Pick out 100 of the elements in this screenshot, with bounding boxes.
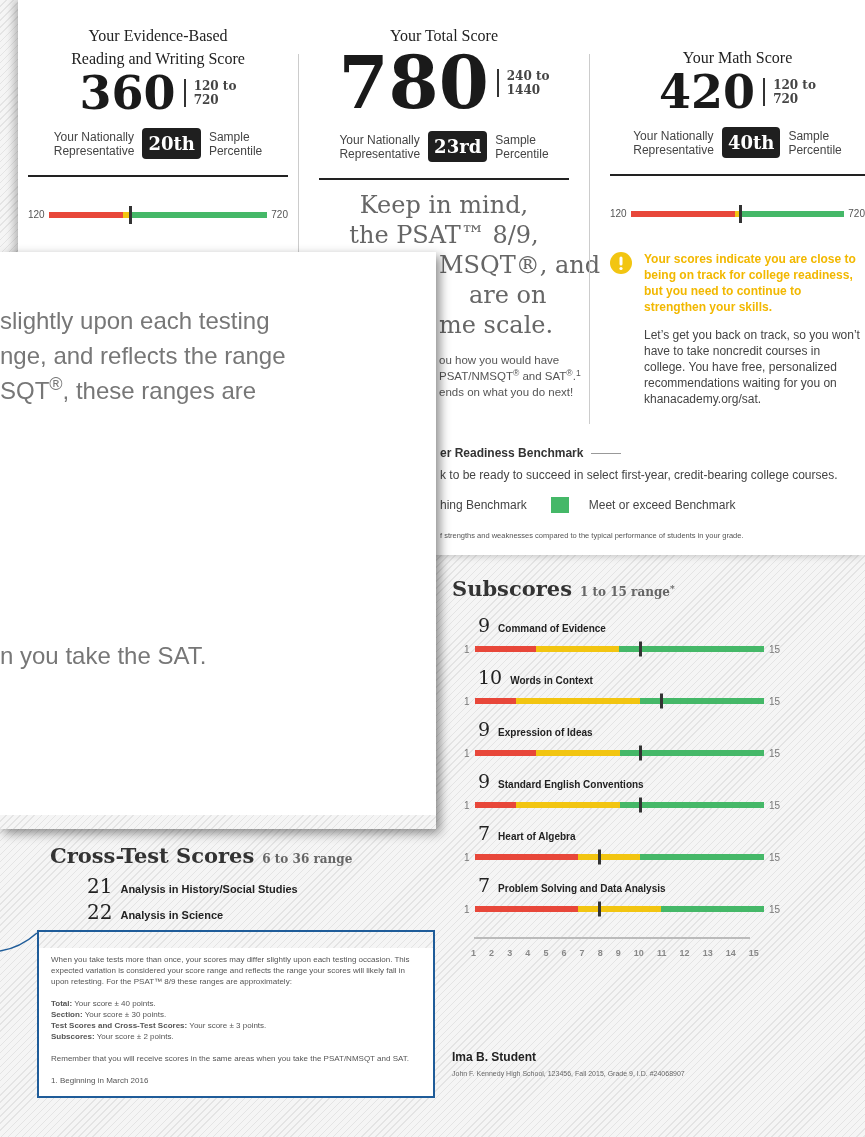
percentile-label: Percentile	[208, 143, 263, 158]
note-footnote: 1. Beginning in March 2016	[51, 1074, 150, 1086]
axis-tick-label: 3	[507, 946, 513, 960]
score-title: Your Total Score	[389, 26, 499, 46]
subscore-value: 10	[478, 664, 503, 689]
bar-min-label: 120	[610, 207, 627, 221]
bar-max-label: 15	[768, 642, 780, 657]
percentile-label: Percentile	[788, 142, 842, 157]
magnified-text: slightly upon each testing	[0, 306, 271, 336]
subscore-label: Problem Solving and Data Analysis	[498, 881, 666, 896]
bar-max-label: 15	[768, 746, 780, 761]
note-paragraph: When you take tests more than once, your scores may differ slightly upon each testing occasion. This expected variation is considered your score range and reflects the range your scores will likely fall in upon retesting. For the PSAT™ 8/9 these ranges are approximately:	[51, 953, 411, 987]
range-line: Subscores: Your score ± 2 points.	[51, 1030, 175, 1042]
percentile-label: Sample	[495, 132, 537, 147]
bar-min-label: 1	[464, 694, 470, 709]
cross-test-score: 22	[87, 899, 113, 924]
cross-test-label: Analysis in History/Social Studies	[120, 881, 298, 897]
keep-in-mind-note: PSAT/NMSQT$^{®}$ and SAT$^{®}$.$^{1}$	[439, 368, 581, 384]
subscore-label: Heart of Algebra	[498, 829, 576, 844]
cross-test-score: 21	[87, 873, 113, 898]
keep-in-mind-text: the PSAT™ 8/9,	[349, 220, 539, 250]
bar-max-label: 720	[848, 207, 865, 221]
keep-in-mind-note: ou how you would have	[439, 353, 560, 368]
axis-tick-label: 8	[597, 946, 603, 960]
cross-test-title: Cross-Test Scores	[50, 842, 255, 870]
subscore-label: Expression of Ideas	[498, 725, 593, 740]
bar-min-label: 120	[28, 208, 45, 222]
subscores-range: 1 to 15 range$^{*}$	[580, 583, 675, 601]
bar-max-label: 720	[271, 208, 288, 222]
axis-tick-label: 7	[579, 946, 585, 960]
subscore-value: 7	[478, 820, 491, 845]
score-title: Reading and Writing Score	[71, 49, 245, 70]
range-line: Section: Your score ± 30 points.	[51, 1008, 168, 1020]
percentile-badge: 40th	[721, 127, 781, 158]
percentile-badge: 23rd	[428, 131, 488, 162]
axis-tick-label: 10	[633, 946, 644, 960]
percentile-label: Sample	[208, 129, 251, 144]
keep-in-mind-text: Keep in mind,	[359, 190, 529, 220]
magnified-text: n you take the SAT.	[0, 641, 208, 671]
axis-tick-label: 9	[615, 946, 621, 960]
keep-in-mind-note: ends on what you do next!	[439, 385, 574, 400]
score-value: 780	[338, 47, 489, 119]
bar-max-label: 15	[768, 798, 780, 813]
advice-text: Let’s get you back on track, so you won’t have to take noncredit courses in college. You have free, personalized recommendations waiting for you on khanacademy.org/sat.	[644, 327, 861, 407]
subscore-value: 7	[478, 872, 491, 897]
score-range: 120 to	[193, 79, 237, 93]
percentile-label: Sample	[788, 128, 831, 143]
bar-min-label: 1	[464, 642, 470, 657]
axis-tick-label: 4	[525, 946, 531, 960]
score-value: 360	[79, 70, 176, 116]
axis-tick-label: 12	[679, 946, 690, 960]
axis-tick-label: 15	[748, 946, 759, 960]
range-line: Total: Your score ± 40 points.	[51, 997, 157, 1009]
benchmark-heading: er Readiness Benchmark	[440, 445, 584, 462]
keep-in-mind-text: are on	[469, 280, 547, 310]
axis-tick-label: 2	[489, 946, 495, 960]
score-range: 720	[193, 93, 220, 107]
axis-tick-label: 13	[702, 946, 713, 960]
subscore-label: Command of Evidence	[498, 621, 606, 636]
subscore-value: 9	[478, 768, 491, 793]
score-range: 720	[773, 92, 800, 106]
score-range: 240 to	[506, 69, 550, 83]
score-value: 420	[659, 69, 756, 115]
subscores-title: Subscores	[452, 575, 572, 603]
warning-message: Your scores indicate you are close to being on track for college readiness, but you need to continue to strengthen your skills.	[644, 251, 857, 315]
subscore-value: 9	[478, 612, 491, 637]
keep-in-mind-text: me scale.	[439, 310, 554, 340]
percentile-label: Representative	[633, 142, 714, 157]
percentile-badge: 20th	[142, 128, 201, 159]
note-reminder: Remember that you will receive scores in the same areas when you take the PSAT/NMSQT and SAT.	[51, 1052, 410, 1064]
percentile-label: Your Nationally	[633, 128, 714, 143]
bar-max-label: 15	[768, 902, 780, 917]
score-range: 1440	[506, 83, 542, 97]
bar-min-label: 1	[464, 746, 470, 761]
range-line: Test Scores and Cross-Test Scores: Your score ± 3 points.	[51, 1019, 268, 1031]
subscore-label: Words in Context	[510, 673, 593, 688]
axis-tick-label: 11	[656, 946, 667, 960]
percentile-label: Your Nationally	[339, 132, 421, 147]
axis-tick-label: 6	[561, 946, 567, 960]
warning-icon	[610, 252, 632, 274]
score-title: Your Evidence-Based	[88, 26, 228, 46]
score-range: 120 to	[773, 78, 816, 92]
score-title: Your Math Score	[682, 48, 793, 68]
percentile-label: Your Nationally	[53, 129, 135, 144]
legend-label: Meet or exceed Benchmark	[588, 497, 736, 514]
subscore-label: Standard English Conventions	[498, 777, 644, 792]
cross-test-label: Analysis in Science	[120, 907, 224, 923]
bar-min-label: 1	[464, 902, 470, 917]
axis-tick-label: 1	[471, 946, 476, 960]
bar-min-label: 1	[464, 850, 470, 865]
percentile-label: Representative	[339, 146, 421, 161]
bar-max-label: 15	[768, 850, 780, 865]
student-name: Ima B. Student	[452, 1049, 537, 1066]
benchmark-description: k to be ready to succeed in select first-year, credit-bearing college courses.	[440, 467, 839, 484]
magnified-text: nge, and reflects the range	[0, 341, 287, 371]
axis-tick-label: 5	[543, 946, 549, 960]
legend-label: hing Benchmark	[440, 497, 527, 514]
keep-in-mind-text: MSQT®, and	[439, 250, 601, 280]
percentile-label: Percentile	[495, 146, 549, 161]
bar-max-label: 15	[768, 694, 780, 709]
